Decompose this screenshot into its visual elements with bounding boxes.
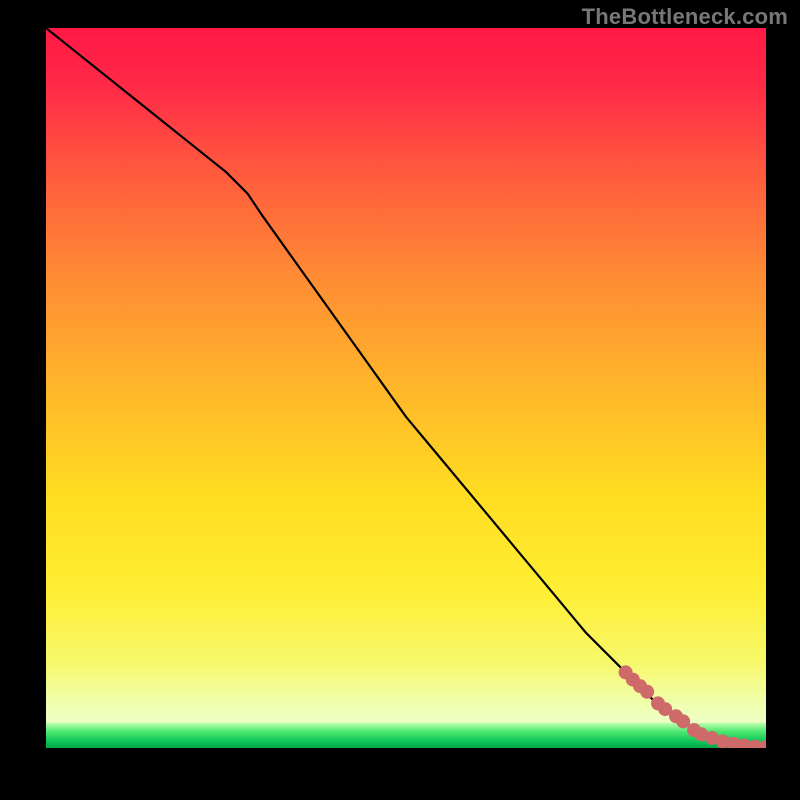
marker-dot (640, 685, 654, 699)
watermark-text: TheBottleneck.com (582, 4, 788, 30)
gradient-background (46, 28, 766, 748)
plot-svg (46, 28, 766, 748)
green-band (46, 723, 766, 748)
chart-frame: TheBottleneck.com (0, 0, 800, 800)
plot-area (46, 28, 766, 748)
